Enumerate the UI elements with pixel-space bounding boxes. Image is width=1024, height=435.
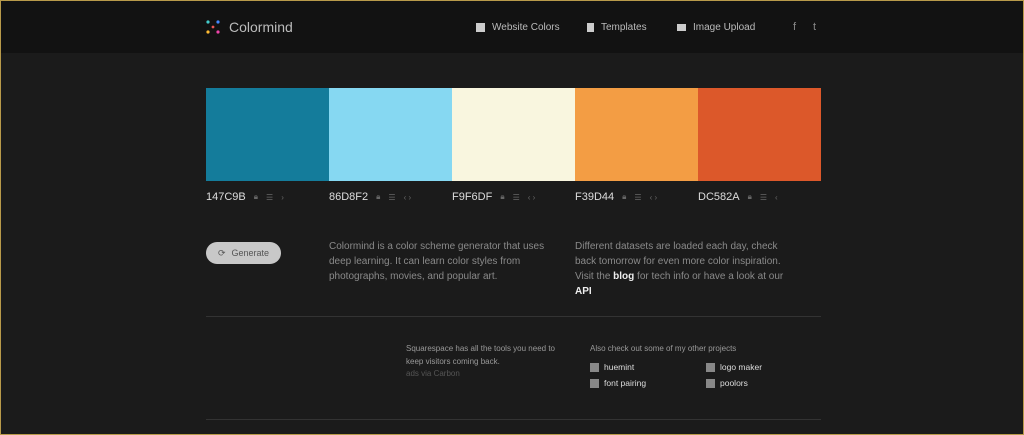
lock-icon[interactable]: 🔒︎ [500, 192, 504, 202]
color-controls: 147C9B 🔒︎ ☰ › [206, 191, 284, 203]
adjust-icon[interactable]: ☰ [513, 193, 520, 202]
adjust-icon[interactable]: ☰ [634, 193, 641, 202]
nav-label: Templates [601, 22, 647, 33]
move-arrows[interactable]: ‹ › [650, 193, 658, 202]
grid-icon [476, 23, 485, 32]
color-swatch[interactable] [575, 88, 698, 181]
move-arrows[interactable]: ‹ › [528, 193, 536, 202]
hex-code[interactable]: F39D44 [575, 191, 614, 203]
color-controls: DC582A 🔒︎ ☰ ‹ [698, 191, 778, 203]
nav-templates[interactable]: Templates [587, 22, 647, 33]
nav-website-colors[interactable]: Website Colors [476, 22, 560, 33]
blog-link[interactable]: blog [613, 271, 634, 282]
hex-code[interactable]: DC582A [698, 191, 740, 203]
color-swatch[interactable] [206, 88, 329, 181]
logo[interactable]: Colormind [205, 19, 293, 35]
move-arrows[interactable]: › [281, 193, 284, 202]
datasets-text: Different datasets are loaded each day, … [575, 241, 784, 297]
color-controls: 86D8F2 🔒︎ ☰ ‹ › [329, 191, 411, 203]
project-font-pairing[interactable]: font pairing [590, 378, 646, 388]
project-poolors[interactable]: poolors [706, 378, 748, 388]
twitter-icon[interactable]: t [813, 21, 816, 33]
adjust-icon[interactable]: ☰ [388, 193, 395, 202]
nav-image-upload[interactable]: Image Upload [677, 22, 755, 33]
camera-icon [677, 24, 686, 31]
ad-via[interactable]: ads via Carbon [406, 367, 460, 380]
project-huemint[interactable]: huemint [590, 362, 634, 372]
nav-label: Website Colors [492, 22, 560, 33]
adjust-icon[interactable]: ☰ [760, 193, 767, 202]
projects-title: Also check out some of my other projects [590, 344, 737, 353]
project-logo-maker[interactable]: logo maker [706, 362, 762, 372]
about-text: Colormind is a color scheme generator th… [329, 241, 545, 282]
header: Colormind Website Colors Templates Image… [1, 1, 1023, 53]
brand-name: Colormind [229, 19, 293, 35]
huemint-icon [590, 362, 599, 372]
lock-icon[interactable]: 🔒︎ [254, 192, 258, 202]
palette [206, 88, 821, 181]
lock-icon[interactable]: 🔒︎ [622, 192, 626, 202]
api-link[interactable]: API [575, 286, 592, 297]
bookmark-icon [587, 23, 594, 32]
divider [206, 419, 821, 420]
generate-label: Generate [231, 248, 270, 258]
color-controls: F39D44 🔒︎ ☰ ‹ › [575, 191, 657, 203]
nav-label: Image Upload [693, 22, 756, 33]
lock-icon[interactable]: 🔒︎ [748, 192, 752, 202]
font-pairing-icon [590, 378, 599, 388]
colormind-logo-icon [206, 20, 220, 34]
generate-button[interactable]: ⟳ Generate [206, 242, 281, 264]
move-arrows[interactable]: ‹ › [404, 193, 412, 202]
color-controls: F9F6DF 🔒︎ ☰ ‹ › [452, 191, 535, 203]
refresh-icon: ⟳ [217, 247, 226, 258]
poolors-icon [706, 378, 715, 388]
lock-icon[interactable]: 🔒︎ [376, 192, 380, 202]
color-swatch[interactable] [329, 88, 452, 181]
divider [206, 316, 821, 317]
ad-text[interactable]: Squarespace has all the tools you need t… [406, 342, 556, 368]
hex-code[interactable]: 86D8F2 [329, 191, 368, 203]
color-swatch[interactable] [452, 88, 575, 181]
hex-code[interactable]: 147C9B [206, 191, 246, 203]
color-swatch[interactable] [698, 88, 821, 181]
facebook-icon[interactable]: f [793, 21, 796, 33]
logo-maker-icon [706, 362, 715, 372]
adjust-icon[interactable]: ☰ [266, 193, 273, 202]
hex-code[interactable]: F9F6DF [452, 191, 492, 203]
move-arrows[interactable]: ‹ [775, 193, 778, 202]
